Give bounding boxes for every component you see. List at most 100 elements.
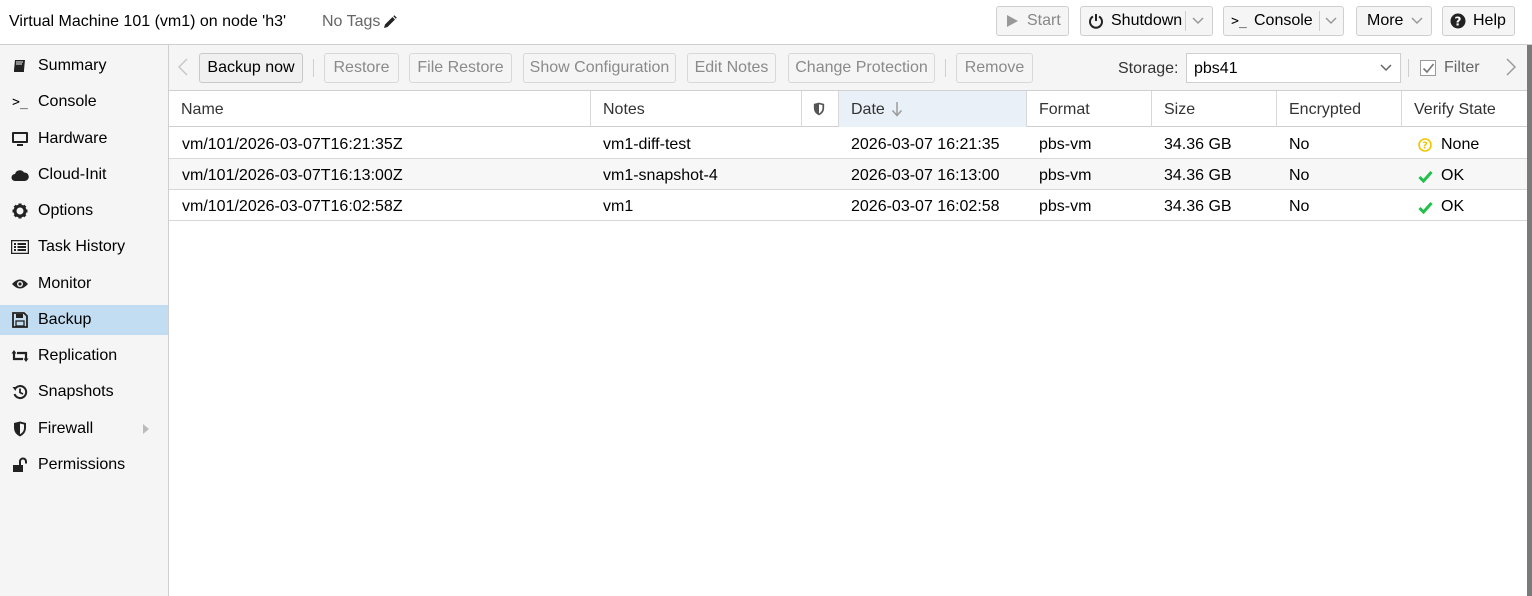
column-header-size[interactable]: Size xyxy=(1152,91,1277,127)
cell-name: vm/101/2026-03-07T16:21:35Z xyxy=(182,136,403,153)
help-button[interactable]: ? Help xyxy=(1442,6,1515,36)
chevron-down-icon xyxy=(1411,17,1423,25)
verify-state-label: OK xyxy=(1441,167,1465,184)
cell-format: pbs-vm xyxy=(1039,136,1092,153)
table-row[interactable]: vm/101/2026-03-07T16:13:00Z vm1-snapshot… xyxy=(169,159,1527,190)
column-header-protected[interactable] xyxy=(802,91,839,127)
cell-date: 2026-03-07 16:13:00 xyxy=(851,167,1000,184)
backup-now-button[interactable]: Backup now xyxy=(199,53,303,83)
filter-checkbox[interactable] xyxy=(1420,60,1436,76)
restore-label: Restore xyxy=(333,59,390,76)
filter-label: Filter xyxy=(1444,59,1480,76)
sidebar-item-label: Firewall xyxy=(38,420,94,437)
terminal-icon: >_ xyxy=(1231,13,1247,29)
verify-state-label: OK xyxy=(1441,198,1465,215)
terminal-icon: >_ xyxy=(12,94,28,110)
cell-verify-state: OK xyxy=(1417,167,1464,185)
change-protection-button[interactable]: Change Protection xyxy=(788,53,935,83)
tags-editor[interactable]: No Tags xyxy=(322,13,398,31)
cell-encrypted: No xyxy=(1289,167,1310,184)
cell-notes: vm1 xyxy=(603,198,634,215)
table-row[interactable]: vm/101/2026-03-07T16:02:58Z vm1 2026-03-… xyxy=(169,190,1527,221)
cell-size: 34.36 GB xyxy=(1164,198,1232,215)
remove-label: Remove xyxy=(964,59,1025,76)
sidebar-item-replication[interactable]: Replication xyxy=(0,341,168,371)
cell-encrypted: No xyxy=(1289,136,1310,153)
expand-arrow-icon xyxy=(143,424,149,434)
sidebar-item-cloud-init[interactable]: Cloud-Init xyxy=(0,160,168,190)
cell-date: 2026-03-07 16:21:35 xyxy=(851,136,1000,153)
backup-toolbar: Backup now Restore File Restore Show Con… xyxy=(169,45,1527,91)
scroll-left-icon[interactable] xyxy=(178,58,188,76)
svg-text:?: ? xyxy=(1422,141,1428,152)
restore-button[interactable]: Restore xyxy=(324,53,399,83)
column-header-notes[interactable]: Notes xyxy=(591,91,802,127)
chevron-down-icon[interactable] xyxy=(1380,63,1392,73)
sidebar-item-label: Replication xyxy=(38,347,118,364)
sidebar-item-options[interactable]: Options xyxy=(0,196,168,226)
storage-value: pbs41 xyxy=(1194,60,1238,77)
cell-verify-state: ? None xyxy=(1417,136,1479,154)
more-button[interactable]: More xyxy=(1356,6,1432,36)
file-restore-label: File Restore xyxy=(417,59,504,76)
unlock-icon xyxy=(10,457,30,473)
remove-button[interactable]: Remove xyxy=(956,53,1033,83)
shutdown-button[interactable]: Shutdown xyxy=(1080,6,1213,36)
sidebar-item-hardware[interactable]: Hardware xyxy=(0,124,168,154)
list-icon xyxy=(10,239,30,255)
tags-label: No Tags xyxy=(322,13,381,30)
cell-encrypted: No xyxy=(1289,198,1310,215)
storage-label: Storage: xyxy=(1118,60,1179,77)
backup-grid-body: vm/101/2026-03-07T16:21:35Z vm1-diff-tes… xyxy=(169,128,1527,221)
page-title: Virtual Machine 101 (vm1) on node 'h3' xyxy=(9,13,287,30)
filter-toggle[interactable]: Filter xyxy=(1420,59,1480,77)
cell-format: pbs-vm xyxy=(1039,167,1092,184)
start-label: Start xyxy=(1027,12,1061,29)
show-configuration-button[interactable]: Show Configuration xyxy=(523,53,676,83)
question-circle-icon: ? xyxy=(1449,13,1467,29)
sidebar-item-label: Backup xyxy=(38,311,92,328)
sidebar-item-task-history[interactable]: Task History xyxy=(0,232,168,262)
table-row[interactable]: vm/101/2026-03-07T16:21:35Z vm1-diff-tes… xyxy=(169,128,1527,159)
start-button[interactable]: Start xyxy=(996,6,1069,36)
chevron-down-icon[interactable] xyxy=(1325,16,1337,26)
column-header-format[interactable]: Format xyxy=(1027,91,1152,127)
cell-size: 34.36 GB xyxy=(1164,167,1232,184)
sidebar-item-label: Console xyxy=(38,93,97,110)
check-icon xyxy=(1422,63,1435,74)
floppy-icon xyxy=(10,312,30,328)
column-header-verify-state[interactable]: Verify State xyxy=(1402,91,1527,127)
sidebar-item-permissions[interactable]: Permissions xyxy=(0,450,168,480)
sidebar-item-snapshots[interactable]: Snapshots xyxy=(0,377,168,407)
column-header-encrypted[interactable]: Encrypted xyxy=(1277,91,1402,127)
cell-notes: vm1-snapshot-4 xyxy=(603,167,718,184)
sidebar: Summary >_ Console Hardware Cloud-Init O… xyxy=(0,45,169,596)
backup-grid-header: Name Notes Date Format Size Encrypted Ve… xyxy=(169,91,1527,127)
sidebar-item-firewall[interactable]: Firewall xyxy=(0,414,168,444)
sidebar-item-summary[interactable]: Summary xyxy=(0,51,168,81)
edit-notes-button[interactable]: Edit Notes xyxy=(687,53,776,83)
chevron-down-icon[interactable] xyxy=(1192,16,1204,26)
shield-icon xyxy=(10,421,30,437)
shutdown-label: Shutdown xyxy=(1111,12,1183,29)
sidebar-item-backup[interactable]: Backup xyxy=(0,305,168,335)
console-button[interactable]: >_ Console xyxy=(1223,6,1344,36)
change-protection-label: Change Protection xyxy=(795,59,928,76)
column-header-date[interactable]: Date xyxy=(839,91,1027,127)
sidebar-item-console[interactable]: >_ Console xyxy=(0,87,168,117)
cell-size: 34.36 GB xyxy=(1164,136,1232,153)
scroll-right-icon[interactable] xyxy=(1506,58,1516,76)
sidebar-item-monitor[interactable]: Monitor xyxy=(0,269,168,299)
gear-icon xyxy=(10,203,30,219)
help-label: Help xyxy=(1473,12,1506,29)
cell-notes: vm1-diff-test xyxy=(603,136,691,153)
file-restore-button[interactable]: File Restore xyxy=(409,53,512,83)
book-icon xyxy=(10,58,30,74)
question-icon: ? xyxy=(1417,138,1433,152)
sidebar-item-label: Summary xyxy=(38,57,107,74)
column-header-name[interactable]: Name xyxy=(169,91,591,127)
storage-select[interactable]: pbs41 xyxy=(1186,53,1401,83)
console-label: Console xyxy=(1254,12,1313,29)
cell-name: vm/101/2026-03-07T16:02:58Z xyxy=(182,198,403,215)
pencil-icon[interactable] xyxy=(383,15,398,29)
